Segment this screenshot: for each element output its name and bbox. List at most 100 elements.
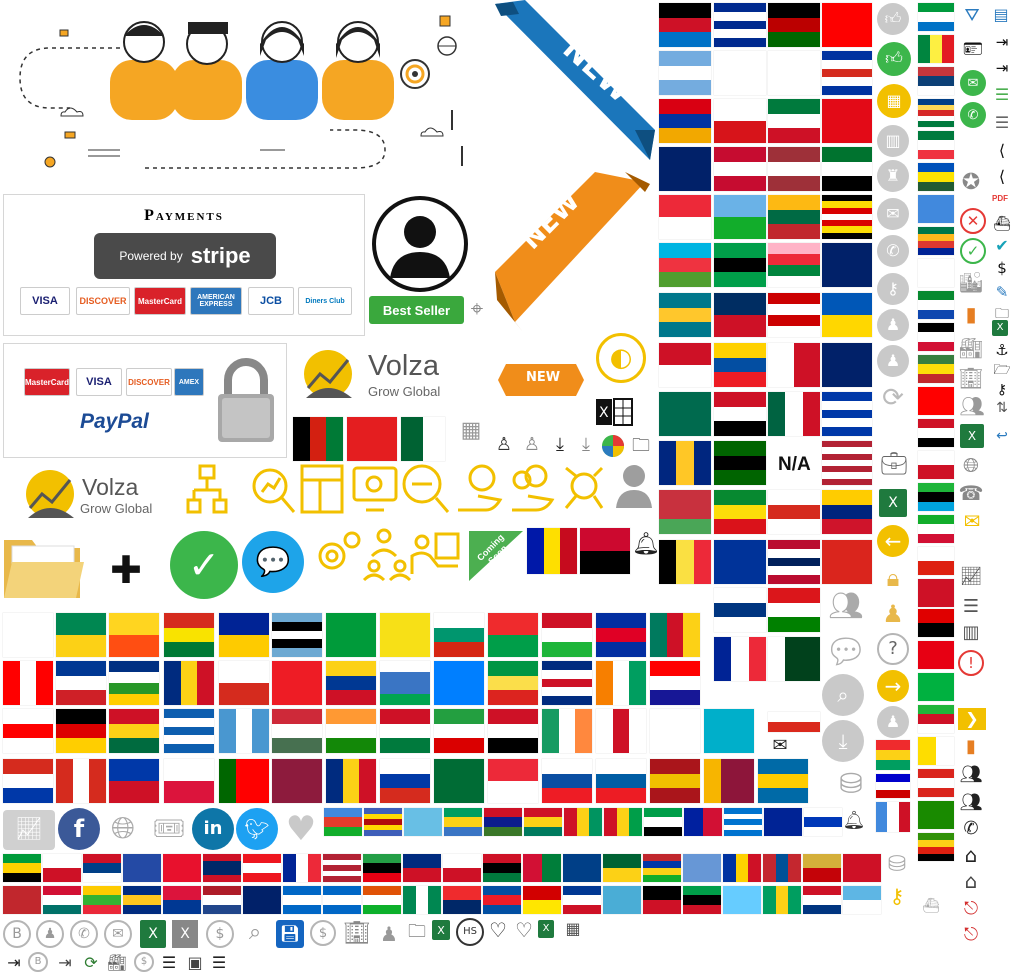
filter-icon[interactable]: ⛛ xyxy=(960,4,984,28)
excel-bottom-2-icon[interactable]: X xyxy=(432,920,450,940)
country-flag xyxy=(109,709,159,753)
gray-people-icon: 👥︎ xyxy=(828,589,864,622)
country-flag xyxy=(768,712,820,732)
excel-bottom-3-icon[interactable]: X xyxy=(538,920,554,938)
globe-outline-icon[interactable]: 🌐︎ xyxy=(102,808,144,850)
alert-red-icon[interactable]: ! xyxy=(958,650,984,676)
country-flag xyxy=(659,490,711,534)
chart-small-icon: ▮ xyxy=(966,736,976,757)
country-flag xyxy=(219,709,269,753)
login-2-icon[interactable]: ⇥ xyxy=(992,58,1012,78)
user-gray-circle-icon[interactable]: ♟ xyxy=(877,309,909,341)
exit-red-icon[interactable]: ⎋ xyxy=(958,896,984,922)
award-icon: ✪ xyxy=(961,170,981,195)
speech-bubble-gray-icon[interactable]: 💬︎ xyxy=(822,632,870,672)
save-icon[interactable]: 💾︎ xyxy=(276,920,304,948)
close-red-icon[interactable]: ✕ xyxy=(960,208,986,234)
country-flag xyxy=(643,886,681,914)
country-flag xyxy=(434,661,484,705)
twitter-icon[interactable]: 🐦︎ xyxy=(236,808,278,850)
arrow-right-yellow-icon[interactable]: → xyxy=(877,670,909,702)
mail-gray-icon[interactable]: ✉ xyxy=(877,198,909,230)
heart-gray-icon[interactable]: ♥ xyxy=(280,808,322,850)
pdf-icon[interactable]: PDF xyxy=(992,194,1008,203)
excel-small-icon[interactable]: X xyxy=(992,320,1008,336)
country-flag xyxy=(714,343,766,387)
sort-icon[interactable]: ⇅ xyxy=(992,398,1012,418)
search-outline-icon[interactable]: ⌕ xyxy=(240,918,270,948)
mail-circle-icon[interactable]: ✉ xyxy=(104,920,132,948)
refresh-icon[interactable]: ⟳ xyxy=(877,382,909,414)
sync-icon[interactable]: ⟳ xyxy=(80,952,102,974)
login-bottom-2-icon[interactable]: ⇥ xyxy=(54,952,76,974)
excel-2-icon[interactable]: X xyxy=(960,424,984,448)
paypal-card: MasterCard VISA DISCOVER AMEX PayPal xyxy=(3,343,287,458)
country-flag xyxy=(803,854,841,882)
country-flag xyxy=(659,441,711,485)
country-flag xyxy=(3,613,53,657)
search-gray-icon[interactable]: ⌕ xyxy=(822,674,864,716)
user-gray-circle-2-icon[interactable]: ♟ xyxy=(877,345,909,377)
help-outline-icon[interactable]: ? xyxy=(877,633,909,665)
calendar-icon[interactable]: ▦ xyxy=(877,84,911,118)
telephone-icon[interactable]: ☎ xyxy=(958,480,984,506)
phone-outline-icon[interactable]: ✆ xyxy=(958,816,984,842)
home-outline-icon[interactable]: ⌂ xyxy=(958,868,984,894)
login-bottom-icon[interactable]: ⇥ xyxy=(3,952,25,974)
thumbs-up-green-icon[interactable]: 👍︎ xyxy=(877,42,911,76)
user-solid-gray-icon: ♟ xyxy=(380,922,398,946)
report-icon: ▤ xyxy=(993,5,1009,24)
bell-icon[interactable]: 🔔︎ xyxy=(632,530,660,560)
reply-icon[interactable]: ↩ xyxy=(992,426,1012,446)
excel-icon[interactable]: X xyxy=(879,489,907,517)
country-flag xyxy=(822,540,872,584)
country-flag xyxy=(163,886,201,914)
download-gray-icon[interactable]: ⤓ xyxy=(574,432,598,458)
heart-outline-icon[interactable]: ♡ xyxy=(486,918,510,942)
country-flag xyxy=(434,759,484,803)
user-outline-gray-icon[interactable]: ♙ xyxy=(520,432,544,458)
envelope-yellow-icon[interactable]: ✉ xyxy=(958,510,986,532)
bell-gray-icon[interactable]: 🔔︎ xyxy=(843,808,866,834)
folder-open-icon[interactable]: 🗁 xyxy=(992,360,1012,380)
mail-green-icon[interactable]: ✉ xyxy=(960,70,986,96)
user-gray-circle-3-icon[interactable]: ♟ xyxy=(877,706,909,738)
download-icon[interactable]: ⤓ xyxy=(548,432,572,458)
linkedin-icon[interactable]: in xyxy=(192,808,234,850)
phone-gray-icon[interactable]: ✆ xyxy=(877,235,909,267)
exit-red-2-icon[interactable]: ⎋ xyxy=(958,922,984,948)
heart-outline-gray-icon[interactable]: ♡ xyxy=(512,918,536,942)
country-flag xyxy=(364,808,402,836)
pencil-icon[interactable]: ✎ xyxy=(992,282,1012,302)
country-flag xyxy=(542,759,592,803)
excel-grid-icon[interactable]: X xyxy=(596,397,634,427)
country-flag xyxy=(918,483,954,511)
mail-outline-icon[interactable]: ✉ xyxy=(768,736,792,756)
folder-bottom-icon[interactable]: 🗀 xyxy=(404,920,430,944)
new-ribbon-small-label: NEW xyxy=(526,370,561,385)
payments-card: Payments Powered by stripe VISA DISCOVER… xyxy=(3,194,365,336)
thumbs-up-icon[interactable]: 👍︎ xyxy=(877,3,909,35)
chevron-right-yellow-icon[interactable]: ❯ xyxy=(958,708,986,730)
folder-outline-icon[interactable]: 🗀 xyxy=(628,434,654,458)
country-flag xyxy=(918,609,954,637)
share-2-icon[interactable]: ⟨ xyxy=(992,166,1012,188)
home-icon[interactable]: ⌂ xyxy=(958,842,984,868)
user-outline-icon[interactable]: ♙ xyxy=(492,432,516,458)
phone-green-icon[interactable]: ✆ xyxy=(960,102,986,128)
country-flag xyxy=(283,854,321,882)
facebook-icon[interactable]: f xyxy=(58,808,100,850)
key-yellow-icon: ⚷ xyxy=(889,884,905,908)
phone-circle-icon[interactable]: ✆ xyxy=(70,920,98,948)
volza-logo-2: Volza Grow Global xyxy=(24,468,184,520)
country-flag xyxy=(822,343,872,387)
share-icon[interactable]: ⟨ xyxy=(992,140,1012,162)
login-icon[interactable]: ⇥ xyxy=(992,32,1012,52)
arrow-left-yellow-icon[interactable]: ← xyxy=(877,525,909,557)
excel-bottom-icon[interactable]: X xyxy=(140,920,166,948)
globe-yellow-icon[interactable]: ◐ xyxy=(596,333,646,383)
excel-gray-icon[interactable]: X xyxy=(172,920,198,948)
country-flag xyxy=(219,613,269,657)
download-gray-circle-icon[interactable]: ⤓ xyxy=(822,720,864,762)
globe-gray-icon: 🌐︎ xyxy=(963,453,979,477)
